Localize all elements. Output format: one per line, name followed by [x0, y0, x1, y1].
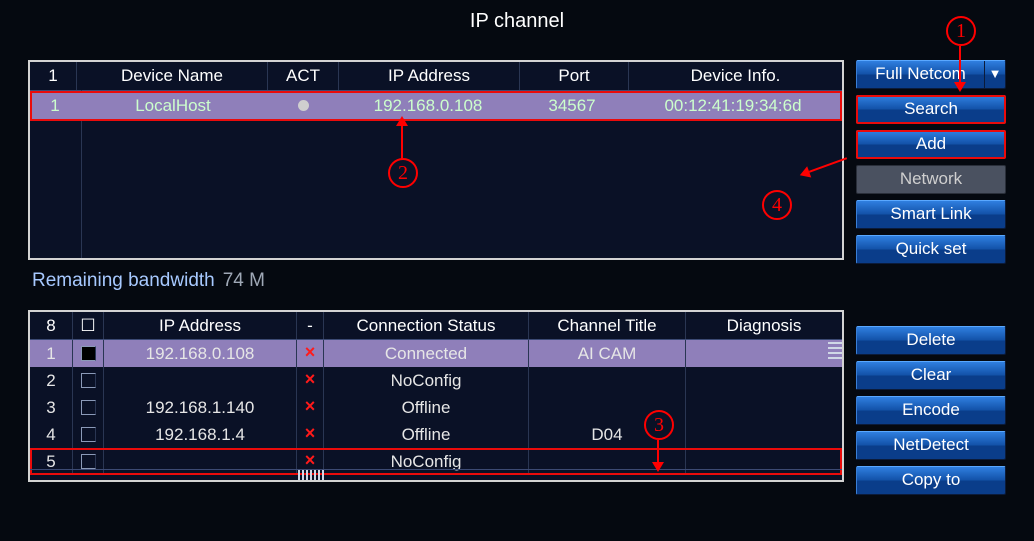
callout-3: 3 — [644, 410, 674, 440]
row-channel-title — [529, 367, 686, 394]
vertical-scrollbar[interactable] — [828, 342, 842, 362]
network-button: Network — [856, 165, 1006, 194]
row-checkbox[interactable] — [73, 394, 104, 421]
row-diagnosis — [686, 367, 842, 394]
device-list-header: 1 Device Name ACT IP Address Port Device… — [30, 62, 842, 91]
quick-set-button[interactable]: Quick set — [856, 235, 1006, 264]
device-row-name: LocalHost — [78, 93, 268, 119]
side-button-panel: Full Netcom▼ Search Add Network Smart Li… — [856, 60, 1006, 495]
row-checkbox[interactable] — [73, 340, 104, 367]
encode-button[interactable]: Encode — [856, 396, 1006, 425]
device-row-index: 1 — [32, 93, 78, 119]
row-diagnosis — [686, 394, 842, 421]
row-index: 2 — [30, 367, 73, 394]
row-ip: 192.168.0.108 — [104, 340, 297, 367]
col-act: ACT — [268, 62, 339, 90]
col-device-info: Device Info. — [629, 62, 842, 90]
status-row[interactable]: 2 ×NoConfig — [30, 367, 842, 394]
col-ip: IP Address — [339, 62, 520, 90]
delete-button[interactable]: Delete — [856, 326, 1006, 355]
device-row-ip: 192.168.0.108 — [338, 93, 518, 119]
callout-4: 4 — [762, 190, 792, 220]
row-delete-icon[interactable]: × — [297, 394, 324, 421]
netdetect-button[interactable]: NetDetect — [856, 431, 1006, 460]
row-ip: 192.168.1.140 — [104, 394, 297, 421]
col-device-name: Device Name — [77, 62, 268, 90]
status-row[interactable]: 3 192.168.1.140×Offline — [30, 394, 842, 421]
row-diagnosis — [686, 340, 842, 367]
row-channel-title: AI CAM — [529, 340, 686, 367]
row-connection: Offline — [324, 394, 529, 421]
row-delete-icon[interactable]: × — [297, 367, 324, 394]
row-index: 4 — [30, 421, 73, 448]
add-button[interactable]: Add — [856, 130, 1006, 159]
col-port: Port — [520, 62, 629, 90]
remaining-bandwidth: Remaining bandwidth74 M — [32, 270, 844, 292]
status-header: 8 ☐ IP Address - Connection Status Chann… — [30, 312, 842, 340]
callout-1-arrow — [959, 46, 961, 90]
page-title: IP channel — [0, 0, 1034, 33]
col-ip2: IP Address — [104, 312, 297, 339]
col-count: 8 — [30, 312, 73, 339]
device-row-act — [268, 93, 338, 119]
bulb-icon — [298, 100, 309, 111]
row-connection: NoConfig — [324, 367, 529, 394]
row-index: 1 — [30, 340, 73, 367]
callout-2-arrow — [401, 126, 403, 160]
device-row[interactable]: 1 LocalHost 192.168.0.108 34567 00:12:41… — [30, 91, 842, 121]
col-channel-title: Channel Title — [529, 312, 686, 339]
horizontal-scrollbar[interactable] — [30, 469, 842, 480]
smart-link-button[interactable]: Smart Link — [856, 200, 1006, 229]
callout-3-arrow — [657, 440, 659, 470]
row-delete-icon[interactable]: × — [297, 421, 324, 448]
col-check: ☐ — [73, 312, 104, 339]
col-index: 1 — [30, 62, 77, 90]
row-checkbox[interactable] — [73, 367, 104, 394]
copy-to-button[interactable]: Copy to — [856, 466, 1006, 495]
protocol-dropdown[interactable]: Full Netcom▼ — [856, 60, 1006, 89]
row-connection: Offline — [324, 421, 529, 448]
status-row[interactable]: 1 192.168.0.108×ConnectedAI CAM — [30, 340, 842, 367]
row-checkbox[interactable] — [73, 421, 104, 448]
row-index: 3 — [30, 394, 73, 421]
row-ip: 192.168.1.4 — [104, 421, 297, 448]
col-delete: - — [297, 312, 324, 339]
row-delete-icon[interactable]: × — [297, 340, 324, 367]
callout-2: 2 — [388, 158, 418, 188]
callout-1: 1 — [946, 16, 976, 46]
row-diagnosis — [686, 421, 842, 448]
col-diagnosis: Diagnosis — [686, 312, 842, 339]
col-connection: Connection Status — [324, 312, 529, 339]
row-ip — [104, 367, 297, 394]
chevron-down-icon: ▼ — [984, 61, 1005, 88]
device-list[interactable]: 1 Device Name ACT IP Address Port Device… — [28, 60, 844, 260]
row-connection: Connected — [324, 340, 529, 367]
status-row[interactable]: 4192.168.1.4×OfflineD04 — [30, 421, 842, 448]
channel-status-list[interactable]: 8 ☐ IP Address - Connection Status Chann… — [28, 310, 844, 482]
device-row-info: 00:12:41:19:34:6d — [626, 93, 840, 119]
device-row-port: 34567 — [518, 93, 626, 119]
clear-button[interactable]: Clear — [856, 361, 1006, 390]
search-button[interactable]: Search — [856, 95, 1006, 124]
